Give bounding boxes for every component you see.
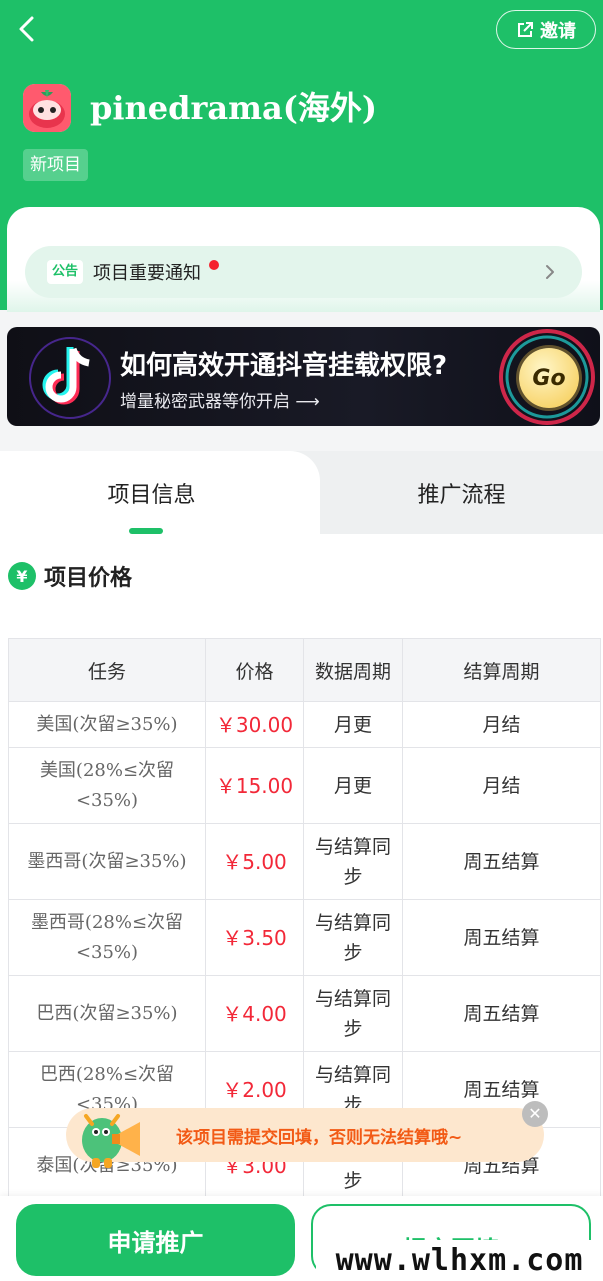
price-cell: ￥3.50 bbox=[205, 899, 304, 976]
task-cell: 墨西哥(次留≥35%) bbox=[8, 823, 206, 900]
app-logo bbox=[23, 84, 71, 132]
settle-cycle-cell: 周五结算 bbox=[402, 823, 601, 900]
invite-button[interactable]: 邀请 bbox=[496, 10, 596, 49]
task-cell: 巴西(次留≥35%) bbox=[8, 975, 206, 1052]
notice-badge: 公告 bbox=[47, 260, 83, 284]
settle-cycle-cell: 月结 bbox=[402, 747, 601, 824]
chevron-left-icon bbox=[19, 16, 34, 42]
notice-card: 公告 项目重要通知 bbox=[7, 207, 600, 312]
promo-banner[interactable]: 如何高效开通抖音挂载权限? 增量秘密武器等你开启 ⟶ Go bbox=[7, 327, 600, 426]
invite-label: 邀请 bbox=[540, 20, 576, 42]
tiktok-logo-icon bbox=[29, 337, 111, 419]
tab-promotion-flow[interactable]: 推广流程 bbox=[320, 451, 603, 534]
tab-project-info[interactable]: 项目信息 bbox=[0, 451, 303, 534]
table-row: 墨西哥(28%≤次留<35%) ￥3.50 与结算同步 周五结算 bbox=[8, 899, 601, 976]
data-cycle-cell: 月更 bbox=[303, 747, 403, 824]
price-cell: ￥5.00 bbox=[205, 823, 304, 900]
app-title: pinedrama(海外) bbox=[90, 89, 378, 127]
backfill-reminder-toast: 该项目需提交回填，否则无法结算哦~ bbox=[66, 1108, 544, 1168]
yen-icon: ¥ bbox=[8, 562, 36, 590]
mascot-megaphone-icon bbox=[82, 1114, 140, 1168]
column-header: 价格 bbox=[205, 638, 304, 702]
notice-text: 项目重要通知 bbox=[93, 263, 201, 284]
column-header: 任务 bbox=[8, 638, 206, 702]
toast-message: 该项目需提交回填，否则无法结算哦~ bbox=[176, 1127, 463, 1148]
task-cell: 墨西哥(28%≤次留<35%) bbox=[8, 899, 206, 976]
table-row: 巴西(次留≥35%) ￥4.00 与结算同步 周五结算 bbox=[8, 975, 601, 1052]
banner-title: 如何高效开通抖音挂载权限? bbox=[120, 351, 448, 381]
settle-cycle-cell: 月结 bbox=[402, 701, 601, 748]
data-cycle-cell: 与结算同步 bbox=[303, 975, 403, 1052]
task-cell: 美国(28%≤次留<35%) bbox=[8, 747, 206, 824]
back-button[interactable] bbox=[14, 14, 44, 44]
apply-promotion-button[interactable]: 申请推广 bbox=[16, 1204, 295, 1276]
section-title-text: 项目价格 bbox=[44, 566, 133, 591]
data-cycle-cell: 月更 bbox=[303, 701, 403, 748]
site-watermark: www.wlhxm.com bbox=[316, 1240, 603, 1281]
table-row: 美国(28%≤次留<35%) ￥15.00 月更 月结 bbox=[8, 747, 601, 824]
data-cycle-cell: 与结算同步 bbox=[303, 899, 403, 976]
task-cell: 美国(次留≥35%) bbox=[8, 701, 206, 748]
table-row: 墨西哥(次留≥35%) ￥5.00 与结算同步 周五结算 bbox=[8, 823, 601, 900]
tab-bar: 项目信息 推广流程 bbox=[0, 451, 603, 534]
table-header-row: 任务 价格 数据周期 结算周期 bbox=[8, 638, 601, 702]
unread-dot bbox=[209, 260, 219, 270]
settle-cycle-cell: 周五结算 bbox=[402, 899, 601, 976]
notice-bar[interactable]: 公告 项目重要通知 bbox=[25, 246, 582, 298]
banner-subtitle: 增量秘密武器等你开启 ⟶ bbox=[120, 392, 320, 412]
price-cell: ￥15.00 bbox=[205, 747, 304, 824]
table-row: 美国(次留≥35%) ￥30.00 月更 月结 bbox=[8, 701, 601, 748]
column-header: 数据周期 bbox=[303, 638, 403, 702]
new-project-tag: 新项目 bbox=[23, 149, 88, 181]
price-cell: ￥4.00 bbox=[205, 975, 304, 1052]
chevron-right-icon bbox=[546, 265, 554, 279]
settle-cycle-cell: 周五结算 bbox=[402, 975, 601, 1052]
column-header: 结算周期 bbox=[402, 638, 601, 702]
section-title: ¥ 项目价格 bbox=[8, 560, 132, 592]
share-icon bbox=[518, 21, 533, 37]
data-cycle-cell: 与结算同步 bbox=[303, 823, 403, 900]
go-button[interactable]: Go bbox=[519, 348, 579, 408]
close-icon[interactable]: ✕ bbox=[522, 1101, 548, 1127]
price-cell: ￥30.00 bbox=[205, 701, 304, 748]
